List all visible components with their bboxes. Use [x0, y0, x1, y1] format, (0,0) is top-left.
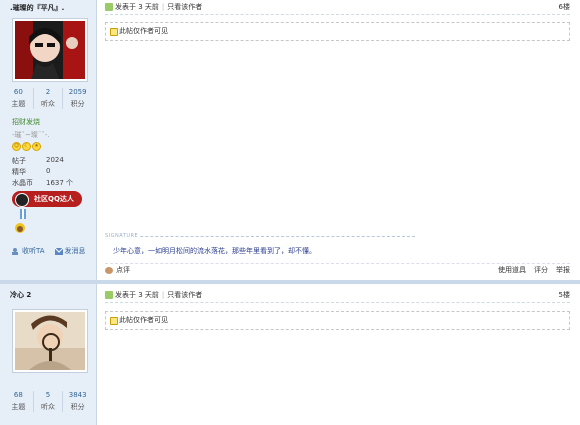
stat-label: 主题 — [11, 403, 26, 411]
author-name[interactable]: .璀璨的『平凡』. — [10, 3, 64, 13]
post-6: .璀璨的『平凡』. 60 主题 2 听众 2059 积分 招财发烧 -璀ˇ~璨¨… — [0, 0, 580, 280]
user-motto: -璀ˇ~璨¨ˇ-. — [12, 131, 50, 139]
notice-text: 此帖仅作者可见 — [119, 316, 168, 324]
message-label: 发消息 — [64, 247, 86, 255]
author-name[interactable]: 冷心 2 — [10, 290, 31, 300]
author-actions: 收听TA 发消息 — [12, 246, 86, 256]
post-content: 发表于 3 天前 | 只看该作者 5楼 此帖仅作者可见 — [105, 284, 570, 425]
post-time: 发表于 3 天前 — [115, 291, 159, 299]
stat-points[interactable]: 3843 积分 — [63, 391, 92, 412]
floor-number[interactable]: 6楼 — [559, 0, 570, 14]
floor-number[interactable]: 5楼 — [559, 288, 570, 302]
author-stats: 68 主题 5 听众 3843 积分 — [4, 391, 92, 412]
lock-icon — [110, 28, 118, 36]
people-icon — [12, 247, 18, 255]
stat-value: 68 — [13, 391, 23, 399]
stat-label: 积分 — [70, 100, 85, 108]
stat-value: 2 — [45, 88, 51, 96]
stat-value: 2059 — [68, 88, 87, 96]
stat-value: 3843 — [68, 391, 87, 399]
envelope-icon — [54, 247, 63, 255]
comment-icon — [105, 266, 113, 274]
mascot-icon — [15, 223, 25, 233]
stat-value: 5 — [45, 391, 51, 399]
lock-icon — [110, 317, 118, 325]
use-tools-button[interactable]: 使用道具 — [498, 264, 526, 276]
stat-followers[interactable]: 5 听众 — [34, 391, 64, 412]
post-time: 发表于 3 天前 — [115, 3, 159, 11]
stat-threads[interactable]: 68 主题 — [4, 391, 34, 412]
field-value: 0 — [46, 167, 51, 175]
signature-text: 少年心意，一如明月松间的流水落花，那些年里看到了，却不懂。 — [113, 247, 316, 255]
field-key: 精华 — [12, 168, 26, 176]
avatar-image — [15, 312, 85, 370]
ribbon-icon — [20, 209, 26, 219]
stat-label: 主题 — [11, 100, 26, 108]
rate-button[interactable]: 点评 — [105, 264, 130, 276]
level-badges: ☺ ☾ ★ — [12, 142, 41, 151]
avatar[interactable] — [12, 309, 88, 373]
field-key: 水晶币 — [12, 179, 33, 187]
post-5: 冷心 2 68 主题 5 听众 3843 积分 发表于 3 天前 | 只看该作者… — [0, 284, 580, 425]
stat-label: 听众 — [41, 100, 55, 108]
field-value: 2024 — [46, 156, 64, 164]
post-tools: 使用道具 评分 举报 — [498, 264, 570, 276]
field-key: 帖子 — [12, 157, 26, 165]
notice-text: 此帖仅作者可见 — [119, 27, 168, 35]
author-stats: 60 主题 2 听众 2059 积分 — [4, 88, 92, 109]
stat-label: 听众 — [41, 403, 55, 411]
stat-points[interactable]: 2059 积分 — [63, 88, 92, 109]
avatar[interactable] — [12, 18, 88, 82]
hidden-notice: 此帖仅作者可见 — [105, 311, 570, 330]
author-online-icon — [105, 291, 113, 299]
hidden-notice: 此帖仅作者可见 — [105, 22, 570, 41]
field-posts: 帖子 2024 — [12, 156, 92, 166]
field-value: 1637 个 — [46, 179, 74, 187]
author-sidebar: .璀璨的『平凡』. 60 主题 2 听众 2059 积分 招财发烧 -璀ˇ~璨¨… — [0, 0, 97, 280]
qq-penguin-icon — [15, 193, 29, 207]
follow-label: 收听TA — [22, 247, 45, 255]
rate-label: 点评 — [116, 266, 130, 274]
signature-divider — [105, 236, 415, 237]
field-coins: 水晶币 1637 个 — [12, 178, 92, 188]
stat-value: 60 — [13, 88, 23, 96]
message-link[interactable]: 发消息 — [54, 246, 86, 256]
post-meta: 发表于 3 天前 | 只看该作者 5楼 — [105, 288, 570, 303]
author-online-icon — [105, 3, 113, 11]
field-digest: 精华 0 — [12, 167, 92, 177]
score-button[interactable]: 评分 — [534, 264, 548, 276]
signature-label: SIGNATURE — [105, 233, 141, 239]
stat-threads[interactable]: 60 主题 — [4, 88, 34, 109]
star-icon: ★ — [32, 142, 41, 151]
stat-label: 积分 — [70, 403, 85, 411]
post-meta: 发表于 3 天前 | 只看该作者 6楼 — [105, 0, 570, 15]
post-content: 发表于 3 天前 | 只看该作者 6楼 此帖仅作者可见 SIGNATURE 少年心意… — [105, 0, 570, 280]
user-group[interactable]: 招财发烧 — [12, 117, 40, 127]
follow-link[interactable]: 收听TA — [12, 246, 45, 256]
author-only-link[interactable]: 只看该作者 — [167, 3, 202, 11]
avatar-image — [15, 21, 85, 79]
post-footer: 点评 使用道具 评分 举报 — [105, 263, 570, 276]
moon-icon: ☾ — [22, 142, 31, 151]
medal-label: 社区QQ达人 — [34, 195, 74, 203]
stat-followers[interactable]: 2 听众 — [34, 88, 64, 109]
report-button[interactable]: 举报 — [556, 264, 570, 276]
author-only-link[interactable]: 只看该作者 — [167, 291, 202, 299]
medal-qq[interactable]: 社区QQ达人 — [12, 191, 82, 207]
author-sidebar: 冷心 2 68 主题 5 听众 3843 积分 — [0, 284, 97, 425]
sun-icon: ☺ — [12, 142, 21, 151]
